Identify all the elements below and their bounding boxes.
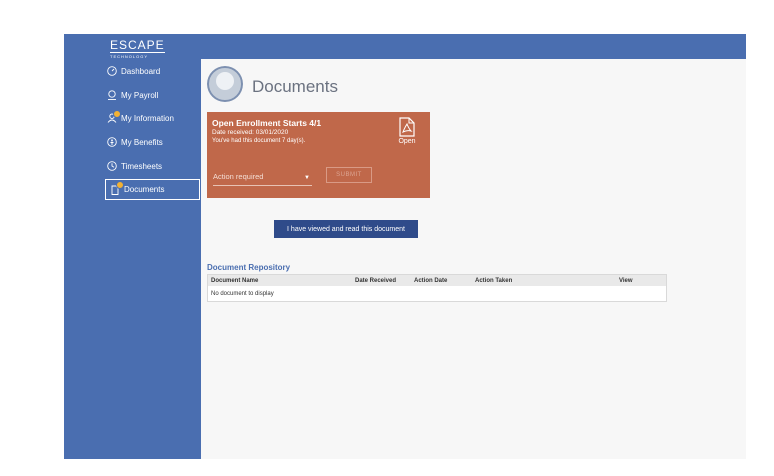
column-header: Date Received (355, 277, 397, 284)
sidebar-item-label: My Payroll (121, 90, 159, 100)
table-row: No document to display (208, 286, 666, 301)
document-title: Open Enrollment Starts 4/1 (212, 118, 322, 128)
app-frame: ESCAPE TECHNOLOGY Dashboard My Payroll M… (64, 34, 746, 459)
sidebar-item-label: My Information (121, 113, 174, 123)
sidebar-item-label: Timesheets (121, 161, 163, 171)
logo-sub-text: TECHNOLOGY (110, 52, 165, 59)
notification-badge (116, 181, 124, 189)
repository-title: Document Repository (207, 263, 291, 272)
submit-button[interactable]: SUBMIT (326, 167, 372, 183)
clock-icon (106, 161, 117, 172)
company-logo: ESCAPE TECHNOLOGY (110, 39, 165, 59)
sidebar-item-dashboard[interactable]: Dashboard (106, 62, 198, 80)
notification-badge (113, 109, 121, 118)
open-label: Open (398, 138, 416, 145)
column-header: View (619, 277, 633, 284)
sidebar-item-my-information[interactable]: My Information (106, 109, 198, 127)
dropdown-option-viewed[interactable]: I have viewed and read this document (274, 220, 418, 238)
date-received: Date received: 03/01/2020 (212, 129, 289, 136)
page-title: Documents (252, 77, 338, 96)
sidebar-item-my-payroll[interactable]: My Payroll (106, 86, 198, 104)
sidebar-item-documents[interactable]: Documents (105, 179, 200, 200)
column-header: Document Name (211, 277, 259, 284)
avatar (207, 66, 243, 102)
benefits-icon (106, 137, 117, 148)
chevron-down-icon: ▼ (304, 175, 310, 181)
sidebar: Dashboard My Payroll My Information My B… (64, 59, 201, 459)
sidebar-item-label: My Benefits (121, 137, 163, 147)
empty-table-text: No document to display (211, 290, 274, 297)
payroll-icon (106, 90, 117, 101)
document-icon (109, 181, 124, 195)
action-dropdown-value: Action required (213, 172, 264, 181)
dashboard-icon (106, 66, 117, 77)
sidebar-item-label: Dashboard (121, 66, 161, 76)
logo-main-text: ESCAPE (110, 38, 165, 52)
days-held-text: You've had this document 7 day(s). (212, 138, 306, 144)
column-header: Action Date (414, 277, 448, 284)
top-bar: ESCAPE TECHNOLOGY (64, 34, 746, 59)
document-card: Open Enrollment Starts 4/1 Date received… (207, 112, 430, 198)
action-required-dropdown[interactable]: Action required ▼ (213, 172, 312, 186)
sidebar-item-my-benefits[interactable]: My Benefits (106, 133, 198, 151)
table-header: Document Name Date Received Action Date … (208, 275, 666, 286)
person-icon (106, 109, 121, 124)
main-content: Documents Open Enrollment Starts 4/1 Dat… (201, 59, 746, 459)
column-header: Action Taken (475, 277, 513, 284)
pdf-icon (399, 117, 415, 137)
sidebar-item-label: Documents (124, 185, 165, 194)
open-document-button[interactable]: Open (396, 117, 418, 149)
sidebar-item-timesheets[interactable]: Timesheets (106, 157, 198, 175)
document-repository-table: Document Name Date Received Action Date … (207, 274, 667, 302)
